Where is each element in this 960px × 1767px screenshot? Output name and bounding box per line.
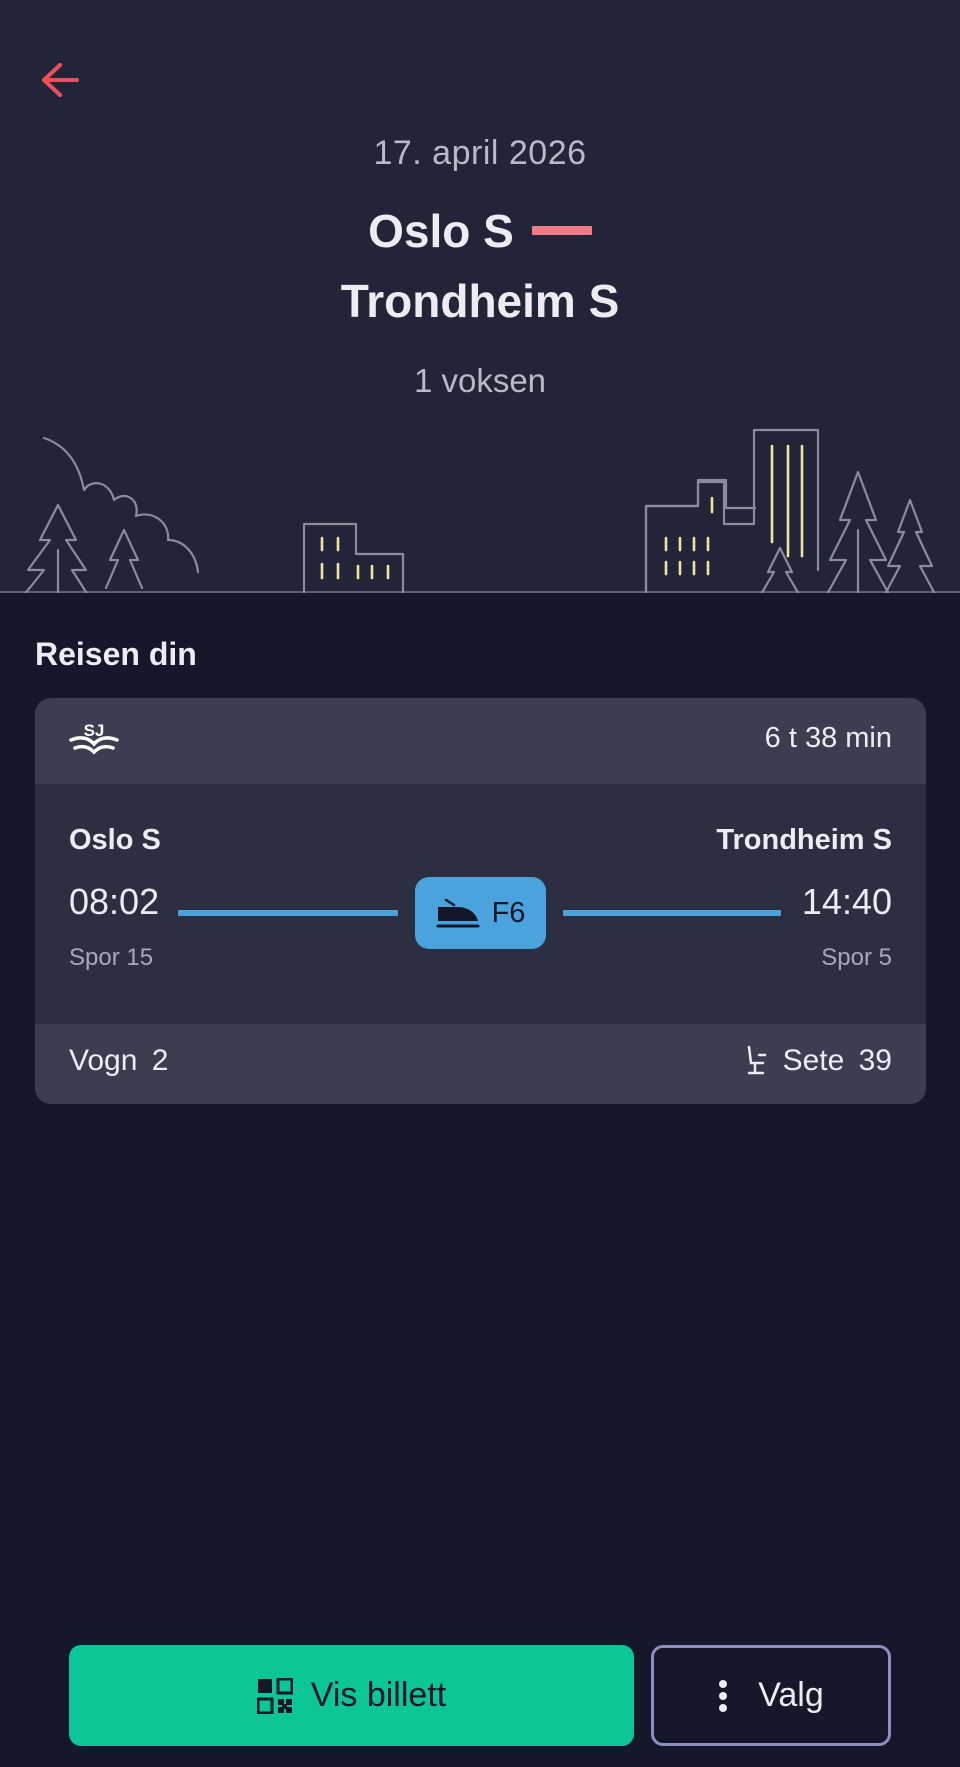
show-ticket-button[interactable]: Vis billett [69,1645,634,1746]
arrow-left-icon [42,63,79,97]
passenger-count: 1 voksen [413,362,547,399]
journey-card-header: SJ 6 t 38 min [35,698,926,784]
departure-station: Oslo S [69,824,161,856]
show-ticket-label: Vis billett [310,1676,447,1714]
city-skyline-illustration [24,428,936,593]
route-origin: Oslo S [0,204,960,258]
seat-number: Sete 39 [782,1044,892,1077]
origin-station: Oslo S [368,205,514,257]
sj-logo-icon: SJ [69,721,119,755]
seat-icon [747,1045,766,1075]
journey-card-footer: Vogn 2 Sete 39 [35,1024,926,1104]
trip-duration: 6 t 38 min [764,722,892,754]
options-label: Valg [758,1676,824,1714]
journey-card[interactable]: SJ 6 t 38 min Oslo S Trondheim S 08:02 F… [35,698,926,1104]
wagon-number: Vogn 2 [69,1044,169,1077]
section-title-journey: Reisen din [35,636,197,672]
train-line-label: F6 [491,896,526,929]
back-button[interactable] [36,56,84,104]
journey-card-body: Oslo S Trondheim S 08:02 F6 14:40 Spor 1… [35,784,926,1024]
travel-date: 17. april 2026 [373,134,587,172]
qr-code-icon [256,1677,293,1714]
route-line-right [563,910,781,916]
seat-info: Sete 39 [745,1044,892,1078]
arrival-track: Spor 5 [821,944,892,971]
route-dash [531,226,592,236]
departure-track: Spor 15 [69,944,154,971]
journey-header: 17. april 2026 Oslo S Trondheim S 1 voks… [0,0,960,593]
route-line-left [178,910,398,916]
options-button[interactable]: Valg [651,1645,891,1746]
arrival-time: 14:40 [801,881,892,922]
train-icon [436,898,480,928]
arrival-station: Trondheim S [716,824,892,856]
route-destination: Trondheim S [340,275,620,327]
more-vertical-icon [719,1679,728,1712]
train-line-badge[interactable]: F6 [415,877,546,949]
departure-time: 08:02 [69,881,160,922]
